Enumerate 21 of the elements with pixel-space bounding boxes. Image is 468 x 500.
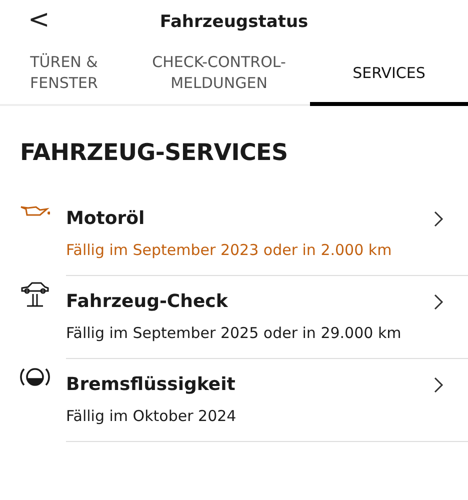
- tab[interactable]: CHECK-CONTROL- MELDUNGEN: [128, 44, 310, 106]
- due-text: Fällig im September 2023 oder in 2.000 km: [66, 240, 392, 260]
- service-row[interactable]: Bremsflüssigkeit Fällig im Oktober 2024: [66, 358, 468, 442]
- service-title: Fahrzeug-Check: [66, 290, 229, 314]
- section-title: FAHRZEUG-SERVICES: [20, 139, 289, 168]
- chevron-icon: [432, 294, 444, 310]
- back-button[interactable]: <: [24, 4, 54, 36]
- page-title: Fahrzeugstatus: [160, 12, 308, 32]
- due-text: Fällig im Oktober 2024: [66, 406, 236, 426]
- chevron-icon: [432, 210, 444, 226]
- service-title: Bremsflüssigkeit: [66, 372, 236, 396]
- service-row[interactable]: Fahrzeug-Check Fällig im September 2025 oder in 29.000 km: [66, 276, 468, 358]
- car-lift-icon: [20, 282, 50, 308]
- oil-can-icon: [20, 204, 50, 218]
- service-title: Motoröl: [66, 206, 146, 230]
- chevron-icon: [432, 376, 444, 392]
- brake-fluid-icon: [20, 366, 50, 388]
- service-row[interactable]: Motoröl Fällig im September 2023 oder in 2.000 km: [66, 192, 468, 276]
- due-text: Fällig im September 2025 oder in 29.000 km: [66, 322, 402, 344]
- tab[interactable]: SERVICES: [310, 44, 468, 106]
- tab[interactable]: TÜREN & FENSTER: [0, 44, 128, 106]
